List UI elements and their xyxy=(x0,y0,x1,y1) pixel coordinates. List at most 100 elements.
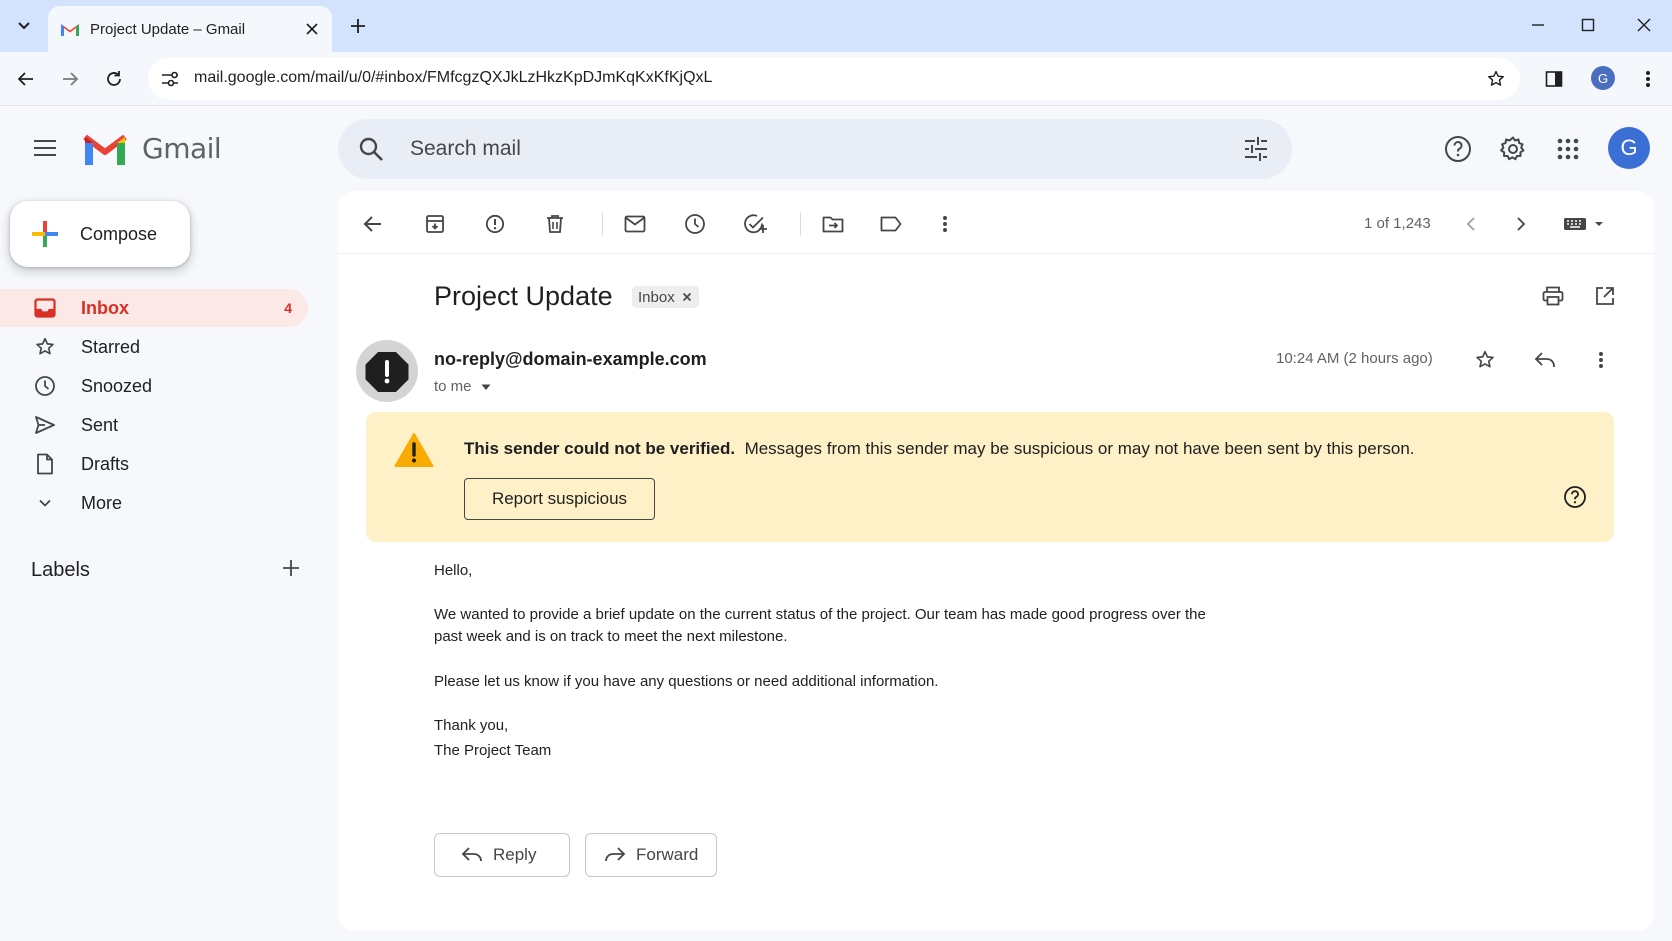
label-chip-text: Inbox xyxy=(638,288,675,306)
print-icon xyxy=(1542,286,1564,306)
archive-button[interactable] xyxy=(418,207,452,241)
chevron-down-icon xyxy=(18,22,30,30)
account-avatar[interactable]: G xyxy=(1608,127,1650,169)
newer-button[interactable] xyxy=(1454,207,1488,241)
unverified-sender-warning: This sender could not be verified. Messa… xyxy=(366,412,1614,542)
url-text[interactable]: mail.google.com/mail/u/0/#inbox/FMfcgzQX… xyxy=(194,69,712,87)
tab-search-button[interactable] xyxy=(8,8,40,42)
warning-message: This sender could not be verified. Messa… xyxy=(464,439,1415,459)
move-to-button[interactable] xyxy=(816,207,850,241)
remove-label-icon[interactable] xyxy=(681,291,693,303)
minimize-button[interactable] xyxy=(1516,10,1560,40)
inbox-label-chip[interactable]: Inbox xyxy=(632,286,699,308)
sidebar-item-starred[interactable]: Starred xyxy=(0,328,308,366)
open-new-window-button[interactable] xyxy=(1588,279,1622,313)
search-input[interactable] xyxy=(410,119,1170,179)
tab-close-icon[interactable] xyxy=(300,17,324,41)
sender-email: no-reply@domain-example.com xyxy=(434,349,707,369)
message-timestamp: 10:24 AM (2 hours ago) xyxy=(1276,350,1433,367)
sidebar-item-drafts[interactable]: Drafts xyxy=(0,445,308,483)
minimize-icon xyxy=(1532,24,1544,26)
sidebar-nav: Inbox 4 Starred Snoozed Sent Drafts More xyxy=(0,289,310,523)
browser-toolbar: mail.google.com/mail/u/0/#inbox/FMfcgzQX… xyxy=(0,52,1672,106)
help-icon xyxy=(1445,136,1471,162)
support-button[interactable] xyxy=(1438,129,1478,169)
back-button[interactable] xyxy=(10,63,42,95)
search-options-icon[interactable] xyxy=(1242,135,1270,163)
chevron-right-icon xyxy=(1517,217,1526,231)
chevron-down-icon xyxy=(33,491,57,515)
labels-button[interactable] xyxy=(874,207,908,241)
mail-icon xyxy=(624,215,646,233)
trash-icon xyxy=(547,215,563,233)
sidebar-item-label: Starred xyxy=(81,336,141,357)
maximize-button[interactable] xyxy=(1566,10,1610,40)
print-all-button[interactable] xyxy=(1536,279,1570,313)
mark-unread-button[interactable] xyxy=(618,207,652,241)
browser-menu-button[interactable] xyxy=(1632,63,1664,95)
close-window-button[interactable] xyxy=(1622,10,1666,40)
search-bar[interactable] xyxy=(338,119,1292,179)
sidebar-item-more[interactable]: More xyxy=(0,484,308,522)
warning-description: Messages from this sender may be suspici… xyxy=(744,439,1415,458)
caret-down-icon[interactable] xyxy=(480,381,492,393)
gmail-app: Gmail G Compose Inbox xyxy=(0,107,1672,941)
report-spam-button[interactable] xyxy=(478,207,512,241)
browser-tab[interactable]: Project Update – Gmail xyxy=(48,6,332,52)
more-vert-icon xyxy=(943,216,947,232)
more-actions-button[interactable] xyxy=(928,207,962,241)
body-paragraph: Please let us know if you have any quest… xyxy=(434,673,939,690)
side-panel-button[interactable] xyxy=(1538,63,1570,95)
clock-icon xyxy=(33,374,57,398)
site-settings-icon[interactable] xyxy=(158,67,182,91)
settings-button[interactable] xyxy=(1493,129,1533,169)
move-to-folder-icon xyxy=(822,216,844,233)
older-button[interactable] xyxy=(1504,207,1538,241)
draft-icon xyxy=(33,452,57,476)
keyboard-icon xyxy=(1564,218,1603,230)
inbox-icon xyxy=(33,296,57,320)
sidebar-item-sent[interactable]: Sent xyxy=(0,406,308,444)
reload-icon xyxy=(107,71,121,86)
gmail-favicon-icon xyxy=(61,24,79,36)
warning-title: This sender could not be verified. xyxy=(464,439,736,458)
browser-profile-avatar[interactable]: G xyxy=(1591,66,1615,90)
hamburger-icon xyxy=(34,140,56,156)
sidebar-item-label: Sent xyxy=(81,414,119,435)
sidebar-item-snoozed[interactable]: Snoozed xyxy=(0,367,308,405)
reload-button[interactable] xyxy=(98,63,130,95)
warning-icon xyxy=(394,433,434,467)
forward-label: Forward xyxy=(636,845,699,864)
reply-button[interactable]: Reply xyxy=(434,833,570,877)
reply-label: Reply xyxy=(493,845,537,864)
message-more-button[interactable] xyxy=(1584,343,1618,377)
arrow-left-icon xyxy=(363,216,381,232)
gmail-logo-icon[interactable] xyxy=(82,131,128,167)
report-suspicious-button[interactable]: Report suspicious xyxy=(464,478,655,520)
recipient-details[interactable]: to me xyxy=(434,378,492,395)
forward-button[interactable] xyxy=(54,63,86,95)
bookmark-star-icon[interactable] xyxy=(1484,67,1508,91)
sidebar-item-inbox[interactable]: Inbox 4 xyxy=(0,289,308,327)
create-label-button[interactable] xyxy=(278,555,304,581)
star-message-button[interactable] xyxy=(1468,343,1502,377)
address-bar[interactable]: mail.google.com/mail/u/0/#inbox/FMfcgzQX… xyxy=(148,58,1520,100)
sidebar-item-label: More xyxy=(81,492,123,513)
quick-reply-button[interactable] xyxy=(1528,343,1562,377)
back-to-inbox-button[interactable] xyxy=(356,207,390,241)
delete-button[interactable] xyxy=(538,207,572,241)
main-menu-button[interactable] xyxy=(26,129,64,167)
google-apps-button[interactable] xyxy=(1548,129,1588,169)
message-subject: Project Update xyxy=(434,281,613,311)
sidebar-item-label: Snoozed xyxy=(81,375,153,396)
snooze-button[interactable] xyxy=(678,207,712,241)
add-to-tasks-button[interactable] xyxy=(738,207,772,241)
input-tools-button[interactable] xyxy=(1556,207,1612,241)
new-tab-button[interactable] xyxy=(344,12,372,40)
forward-button[interactable]: Forward xyxy=(585,833,717,877)
arrow-right-icon xyxy=(63,72,79,86)
warning-help-icon[interactable] xyxy=(1562,484,1588,510)
arrow-left-icon xyxy=(17,72,33,86)
search-icon[interactable] xyxy=(358,136,384,162)
compose-button[interactable]: Compose xyxy=(10,201,190,267)
